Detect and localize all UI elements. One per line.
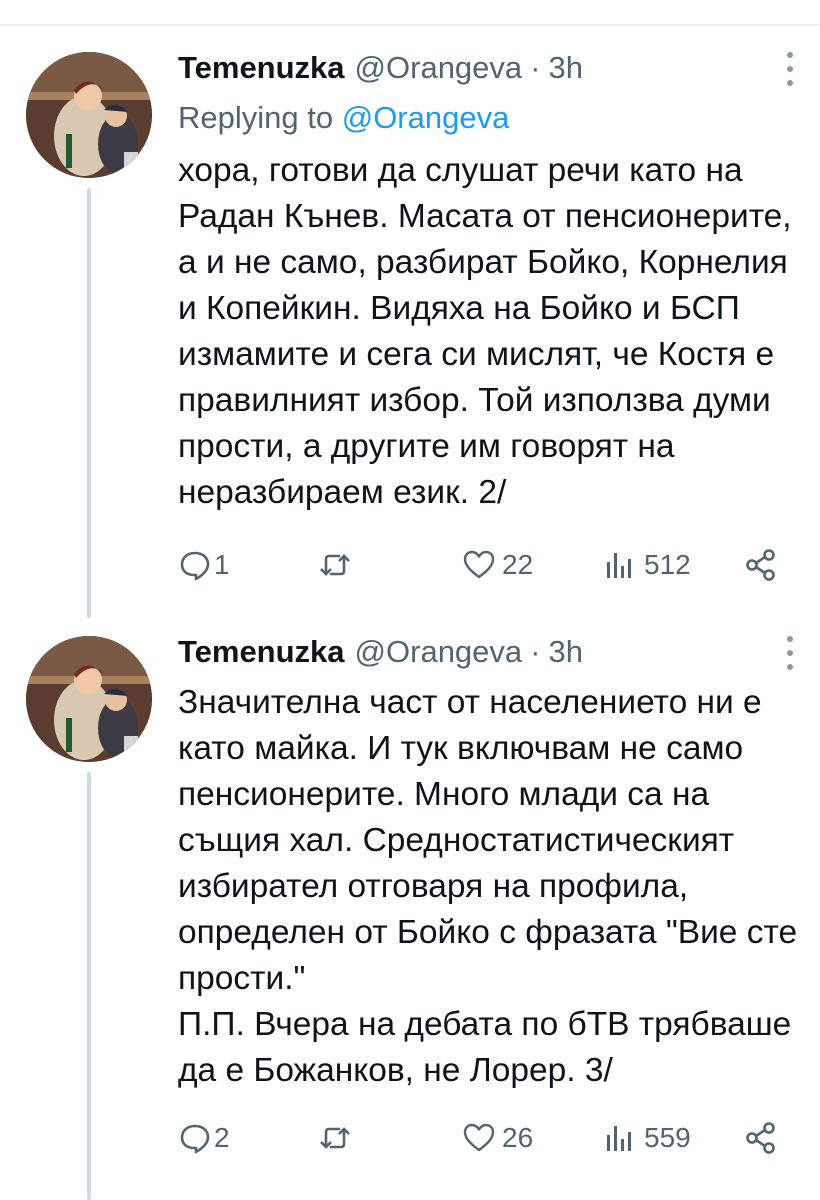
retweet-icon xyxy=(320,554,350,576)
tweet-header: Temenuzka @Orangeva · 3h xyxy=(178,632,583,672)
tweet-2[interactable]: Temenuzka @Orangeva · 3h Значителна част… xyxy=(0,620,820,1200)
retweet-button[interactable] xyxy=(318,1118,354,1158)
like-count: 22 xyxy=(502,549,534,580)
reply-icon xyxy=(180,551,210,581)
heart-icon xyxy=(463,550,495,579)
tweet-header: Temenuzka @Orangeva · 3h xyxy=(178,48,583,88)
tweet-text: Значителна част от населението ни е като… xyxy=(178,684,798,1089)
action-bar: 2 26 559 xyxy=(178,1118,798,1158)
retweet-icon xyxy=(320,1127,350,1149)
author-handle[interactable]: @Orangeva xyxy=(355,634,523,670)
like-button[interactable]: 26 xyxy=(462,1118,533,1158)
reply-button[interactable]: 2 xyxy=(178,1118,230,1158)
timestamp[interactable]: 3h xyxy=(548,50,582,86)
reply-count: 2 xyxy=(214,1122,230,1153)
like-button[interactable]: 22 xyxy=(462,545,533,585)
more-icon[interactable] xyxy=(780,636,800,670)
like-count: 26 xyxy=(502,1122,534,1153)
separator-dot: · xyxy=(530,634,541,669)
views-button[interactable]: 512 xyxy=(602,545,691,585)
retweet-button[interactable] xyxy=(318,545,354,585)
more-icon[interactable] xyxy=(780,52,800,86)
share-icon xyxy=(746,549,775,581)
author-name[interactable]: Temenuzka xyxy=(178,634,345,670)
thread-line xyxy=(87,772,91,1200)
action-bar: 1 22 512 xyxy=(178,545,798,585)
separator-dot: · xyxy=(530,50,541,85)
avatar[interactable] xyxy=(26,636,152,762)
views-button[interactable]: 559 xyxy=(602,1118,691,1158)
reply-handle-link[interactable]: @Orangeva xyxy=(342,100,510,135)
views-icon xyxy=(607,1126,631,1151)
views-count: 512 xyxy=(644,549,691,580)
views-count: 559 xyxy=(644,1122,691,1153)
tweet-text: хора, готови да слушат речи като на Рада… xyxy=(178,152,792,511)
replying-to: Replying to @Orangeva xyxy=(178,100,509,136)
share-button[interactable] xyxy=(744,1118,778,1158)
replying-to-label: Replying to xyxy=(178,100,334,135)
reply-button[interactable]: 1 xyxy=(178,545,230,585)
author-handle[interactable]: @Orangeva xyxy=(355,50,523,86)
tweet-1[interactable]: Temenuzka @Orangeva · 3h Replying to @Or… xyxy=(0,0,820,620)
thread-line xyxy=(87,188,91,618)
timestamp[interactable]: 3h xyxy=(548,634,582,670)
heart-icon xyxy=(463,1123,495,1152)
author-name[interactable]: Temenuzka xyxy=(178,50,345,86)
views-icon xyxy=(607,553,631,578)
reply-count: 1 xyxy=(214,549,230,580)
avatar[interactable] xyxy=(26,52,152,178)
share-icon xyxy=(746,1122,775,1154)
share-button[interactable] xyxy=(744,545,778,585)
reply-icon xyxy=(180,1124,210,1154)
